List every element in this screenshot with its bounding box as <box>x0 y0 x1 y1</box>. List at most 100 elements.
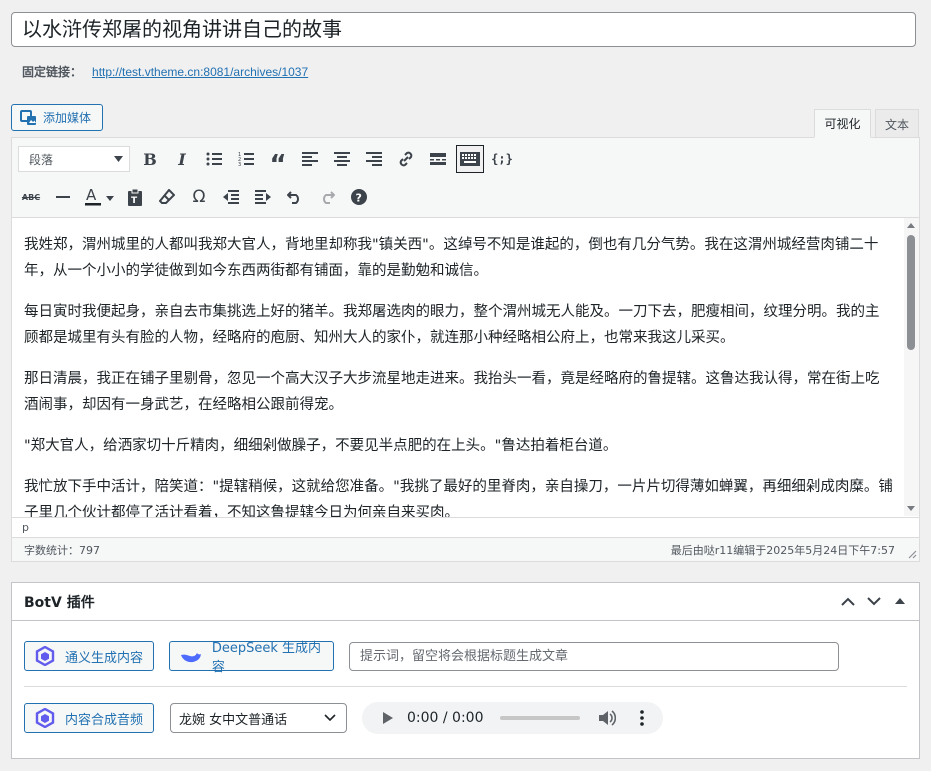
numbered-list-button[interactable]: 123 <box>232 145 260 173</box>
element-path[interactable]: p <box>12 517 919 537</box>
metabox-divider <box>24 686 907 687</box>
voice-select-value: 龙婉 女中文普通话 <box>179 712 288 728</box>
word-count: 字数统计：797 <box>24 543 100 557</box>
resize-handle-icon[interactable] <box>908 550 917 559</box>
permalink-url-link[interactable]: http://test.vtheme.cn:8081/archives/1037 <box>92 65 308 79</box>
eraser-icon <box>159 189 175 204</box>
svg-text:?: ? <box>356 192 362 205</box>
last-edited: 最后由哒r11编辑于2025年5月24日下午7:57 <box>670 543 895 557</box>
synthesize-audio-button[interactable]: 内容合成音频 <box>24 703 154 733</box>
help-icon: ? <box>351 189 367 205</box>
align-left-icon <box>302 152 318 166</box>
permalink-label: 固定链接： <box>22 65 83 79</box>
read-more-icon <box>430 153 446 165</box>
tab-text[interactable]: 文本 <box>875 109 919 138</box>
align-right-button[interactable] <box>360 145 388 173</box>
caret-up-icon <box>895 598 905 604</box>
special-character-button[interactable]: Ω <box>185 183 213 211</box>
botv-plugin-metabox: BotV 插件 通义生成内容 DeepSeek 生成内容 提示词，留空将会根据标… <box>11 582 920 759</box>
format-select-value: 段落 <box>29 152 54 167</box>
toolbar-row-2: ABC A T Ω ? <box>12 181 377 213</box>
strikethrough-icon: ABC <box>21 192 41 202</box>
scroll-up-arrow-icon[interactable] <box>907 223 915 228</box>
link-icon <box>399 151 413 167</box>
voice-select[interactable]: 龙婉 女中文普通话 <box>170 703 347 733</box>
move-down-button[interactable] <box>861 591 887 611</box>
toolbar-toggle-button[interactable] <box>456 145 484 173</box>
keyboard-icon <box>460 152 480 166</box>
code-braces-icon: {;} <box>491 152 513 166</box>
post-title-input[interactable]: 以水浒传郑屠的视角讲讲自己的故事 <box>11 12 916 47</box>
audio-progress-bar[interactable] <box>499 716 580 720</box>
content-paragraph: 我忙放下手中活计，陪笑道："提辖稍候，这就给您准备。"我挑了最好的里脊肉，亲自操… <box>24 479 893 517</box>
synthesize-audio-label: 内容合成音频 <box>65 712 144 728</box>
redo-button[interactable] <box>313 183 341 211</box>
blockquote-icon: “ <box>269 150 287 180</box>
svg-text:3: 3 <box>238 162 241 166</box>
add-media-label: 添加媒体 <box>43 111 92 125</box>
deepseek-button-label: DeepSeek 生成内容 <box>211 641 321 675</box>
horizontal-line-button[interactable] <box>49 183 77 211</box>
bullet-list-button[interactable] <box>200 145 228 173</box>
media-icon <box>20 109 36 125</box>
text-color-button[interactable]: A <box>81 183 117 211</box>
paste-text-button[interactable]: T <box>121 183 149 211</box>
bold-button[interactable]: B <box>136 145 164 173</box>
undo-icon <box>287 191 299 204</box>
align-center-icon <box>334 152 350 166</box>
svg-text:T: T <box>131 196 138 206</box>
italic-button[interactable]: I <box>168 145 196 173</box>
deepseek-logo-icon <box>180 653 201 663</box>
redo-icon <box>323 191 335 204</box>
toolbar-row-1: 段落 B I 123 “ {;} <box>12 143 520 180</box>
deepseek-generate-button[interactable]: DeepSeek 生成内容 <box>169 641 334 675</box>
bold-icon: B <box>143 149 157 169</box>
read-more-button[interactable] <box>424 145 452 173</box>
strikethrough-button[interactable]: ABC <box>17 183 45 211</box>
align-center-button[interactable] <box>328 145 356 173</box>
audio-player: 0:00 / 0:00 <box>362 702 663 734</box>
outdent-button[interactable] <box>217 183 245 211</box>
tongyi-button-label: 通义生成内容 <box>65 650 144 666</box>
blockquote-button[interactable]: “ <box>264 145 292 180</box>
content-paragraph: 那日清晨，我正在铺子里剔骨，忽见一个高大汉子大步流星地走进来。我抬头一看，竟是经… <box>24 371 880 413</box>
editor-content[interactable]: 我姓郑，渭州城里的人都叫我郑大官人，背地里却称我"镇关西"。这绰号不知是谁起的，… <box>12 218 905 517</box>
play-icon[interactable] <box>383 712 393 724</box>
clear-formatting-button[interactable] <box>153 183 181 211</box>
tab-visual[interactable]: 可视化 <box>814 109 871 138</box>
indent-icon <box>255 190 271 204</box>
text-color-icon: A <box>85 188 114 206</box>
tongyi-logo-icon <box>35 646 55 666</box>
align-left-button[interactable] <box>296 145 324 173</box>
editor-status-bar: 字数统计：797 最后由哒r11编辑于2025年5月24日下午7:57 <box>12 537 919 561</box>
help-button[interactable]: ? <box>345 183 373 211</box>
editor-toolbar: 段落 B I 123 “ {;} ABC A T Ω ? <box>12 138 919 218</box>
metabox-header: BotV 插件 <box>12 583 919 621</box>
insert-link-button[interactable] <box>392 145 420 173</box>
scrollbar-thumb[interactable] <box>907 235 915 350</box>
content-paragraph: "郑大官人，给洒家切十斤精肉，细细剁做臊子，不要见半点肥的在上头。"鲁达拍着柜台… <box>24 438 618 454</box>
align-right-icon <box>366 152 382 166</box>
tongyi-generate-button[interactable]: 通义生成内容 <box>24 641 154 671</box>
format-select[interactable]: 段落 <box>18 146 130 172</box>
code-block-button[interactable]: {;} <box>488 145 516 173</box>
content-paragraph: 每日寅时我便起身，亲自去市集挑选上好的猪羊。我郑屠选肉的眼力，整个渭州城无人能及… <box>24 304 880 346</box>
prompt-input[interactable]: 提示词，留空将会根据标题生成文章 <box>349 642 839 671</box>
chevron-up-icon <box>841 597 855 606</box>
metabox-title: BotV 插件 <box>24 594 95 611</box>
more-options-icon[interactable] <box>639 710 644 726</box>
content-paragraph: 我姓郑，渭州城里的人都叫我郑大官人，背地里却称我"镇关西"。这绰号不知是谁起的，… <box>24 237 879 279</box>
numbered-list-icon: 123 <box>238 152 254 166</box>
chevron-down-icon <box>114 156 123 162</box>
scroll-down-arrow-icon[interactable] <box>907 506 915 511</box>
undo-button[interactable] <box>281 183 309 211</box>
outdent-icon <box>223 190 239 204</box>
audio-time: 0:00 / 0:00 <box>407 710 484 726</box>
editor-scrollbar[interactable] <box>904 218 919 516</box>
chevron-down-icon <box>867 596 881 605</box>
move-up-button[interactable] <box>835 591 861 611</box>
toggle-panel-button[interactable] <box>887 591 913 611</box>
volume-icon[interactable] <box>598 710 616 726</box>
add-media-button[interactable]: 添加媒体 <box>11 104 103 131</box>
indent-button[interactable] <box>249 183 277 211</box>
